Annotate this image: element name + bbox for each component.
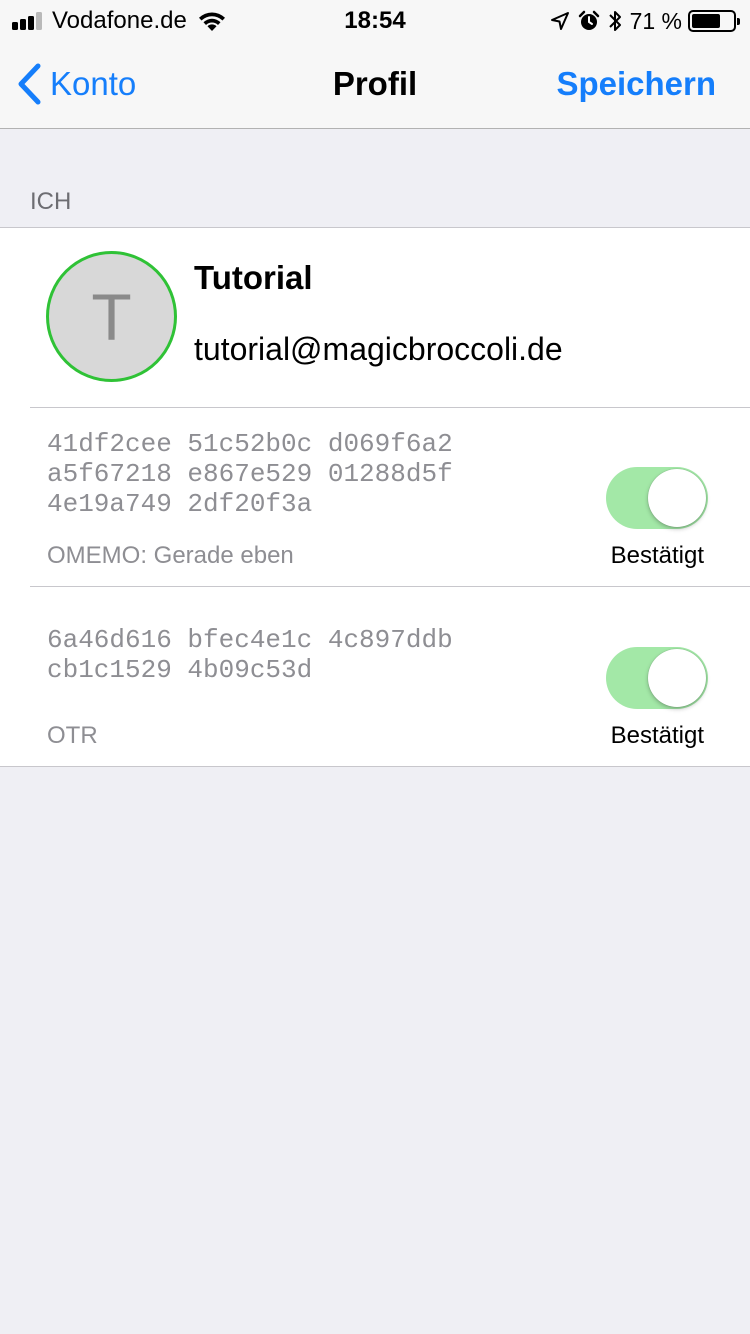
divider [30, 586, 750, 587]
bluetooth-icon [608, 9, 622, 33]
save-button[interactable]: Speichern [556, 62, 716, 106]
status-bar-right: 71 % [550, 6, 740, 36]
navigation-bar: Konto Profil Speichern [0, 40, 750, 129]
fingerprint-line: 41df2cee 51c52b0c d069f6a2 [47, 429, 453, 459]
fingerprint-line: a5f67218 e867e529 01288d5f [47, 459, 453, 489]
profile-card: T Tutorial tutorial@magicbroccoli.de 41d… [0, 227, 750, 767]
location-arrow-icon [550, 11, 570, 31]
section-header: ICH [30, 188, 72, 215]
fingerprint-line: cb1c1529 4b09c53d [47, 655, 313, 685]
key-fingerprint: 6a46d616 bfec4e1c 4c897ddb cb1c1529 4b09… [47, 625, 453, 685]
key-fingerprint: 41df2cee 51c52b0c d069f6a2 a5f67218 e867… [47, 429, 453, 519]
avatar-initial: T [91, 279, 132, 354]
verified-label: Bestätigt [610, 542, 704, 569]
verified-toggle[interactable] [606, 647, 708, 709]
fingerprint-line: 4e19a749 2df20f3a [47, 489, 313, 519]
battery-level-fill [692, 14, 721, 28]
status-bar: Vodafone.de 18:54 71 % [0, 0, 750, 40]
alarm-icon [578, 10, 600, 32]
battery-icon [688, 10, 740, 32]
battery-percent: 71 % [629, 7, 682, 34]
avatar[interactable]: T [46, 251, 177, 382]
fingerprint-line: 6a46d616 bfec4e1c 4c897ddb [47, 625, 453, 655]
profile-name: Tutorial [194, 259, 313, 296]
profile-email: tutorial@magicbroccoli.de [194, 331, 563, 367]
toggle-knob [648, 649, 706, 707]
divider [30, 407, 750, 408]
key-meta: OMEMO: Gerade eben [47, 542, 294, 569]
verified-toggle[interactable] [606, 467, 708, 529]
toggle-knob [648, 469, 706, 527]
key-meta: OTR [47, 722, 98, 749]
verified-label: Bestätigt [610, 722, 704, 749]
